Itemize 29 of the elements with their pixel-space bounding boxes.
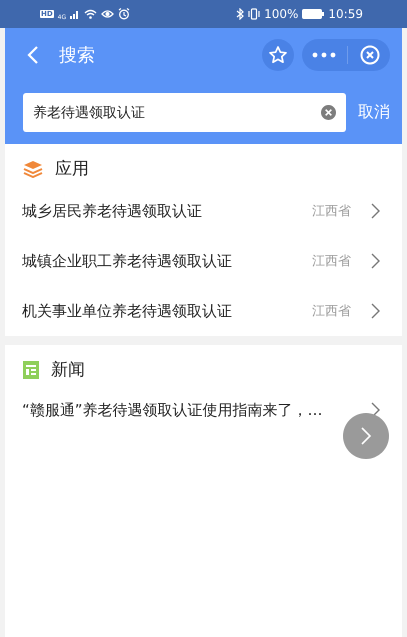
clear-icon[interactable] [321,105,336,120]
newspaper-icon [23,360,39,378]
floating-next-button[interactable] [343,413,389,459]
app-list-item[interactable]: 城乡居民养老待遇领取认证 江西省 [5,186,402,236]
clock: 10:59 [328,7,363,21]
signal-icon [70,9,80,19]
app-list-item[interactable]: 城镇企业职工养老待遇领取认证 江西省 [5,236,402,286]
bluetooth-icon [236,8,244,20]
app-list-item[interactable]: 机关事业单位养老待遇领取认证 江西省 [5,286,402,336]
chevron-icon [360,426,372,446]
alarm-icon [118,8,130,20]
chevron-icon [371,203,380,219]
favorite-button[interactable] [262,39,294,71]
close-icon[interactable] [360,45,380,65]
search-field[interactable]: 养老待遇领取认证 [23,93,346,132]
section-title: 应用 [55,158,89,180]
wifi-icon [84,9,98,19]
page-title: 搜索 [59,44,96,67]
section-title: 新闻 [51,359,85,381]
chevron-icon [371,253,380,269]
battery-percent: 100% [264,7,298,21]
eye-icon [101,9,114,19]
back-icon[interactable] [27,45,39,65]
battery-icon [302,9,324,19]
more-icon[interactable] [312,52,336,58]
vibrate-icon [248,8,260,20]
chevron-icon [371,303,380,319]
layers-icon [23,160,43,178]
star-icon [268,45,288,65]
